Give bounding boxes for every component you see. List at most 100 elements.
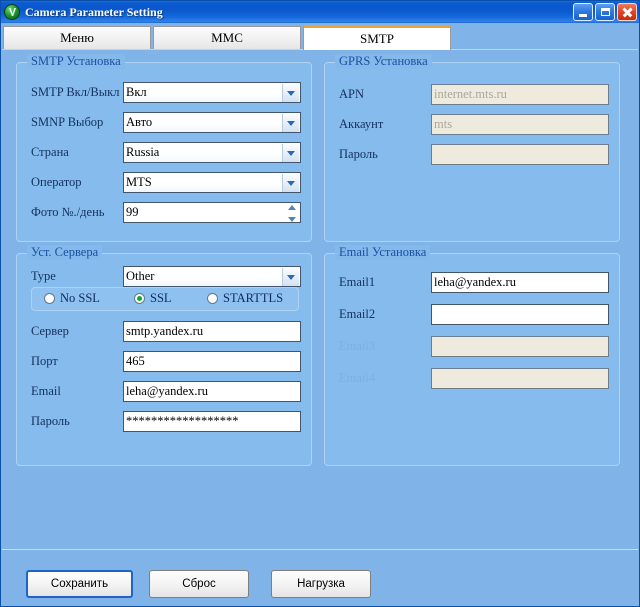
field-row-country: Страна Russia xyxy=(17,142,311,164)
chevron-up-icon[interactable] xyxy=(287,205,296,210)
field-row-account: Аккаунт mts xyxy=(325,114,619,136)
label-server-password: Пароль xyxy=(31,414,70,428)
select-type[interactable]: Other xyxy=(123,266,301,287)
maximize-button[interactable] xyxy=(595,3,615,21)
input-port[interactable]: 465 xyxy=(123,351,301,372)
tab-menu-label: Меню xyxy=(60,30,94,45)
input-apn: internet.mts.ru xyxy=(431,84,609,105)
minimize-icon xyxy=(579,14,587,17)
select-operator-value: MTS xyxy=(126,175,152,189)
chevron-down-icon xyxy=(282,114,299,132)
input-email3 xyxy=(431,336,609,357)
load-button-label: Нагрузка xyxy=(297,578,345,590)
close-button[interactable] xyxy=(617,3,637,21)
tab-mmc-label: MMC xyxy=(211,30,243,45)
minimize-button[interactable] xyxy=(573,3,593,21)
label-email3: Email3 xyxy=(339,339,376,353)
radio-no-ssl-label: No SSL xyxy=(60,291,100,305)
field-row-server: Сервер smtp.yandex.ru xyxy=(17,321,311,343)
input-email2[interactable] xyxy=(431,304,609,325)
radio-no-ssl-icon xyxy=(44,293,55,304)
label-smnp-select: SMNP Выбор xyxy=(31,115,104,129)
input-server-password-value: ****************** xyxy=(126,414,239,428)
input-server-password[interactable]: ****************** xyxy=(123,411,301,432)
radio-ssl[interactable]: SSL xyxy=(134,291,172,306)
field-row-apn: APN internet.mts.ru xyxy=(325,84,619,106)
tab-strip: Меню MMC SMTP xyxy=(1,24,639,50)
input-server-email[interactable]: leha@yandex.ru xyxy=(123,381,301,402)
select-smtp-enable[interactable]: Вкл xyxy=(123,82,301,103)
radio-starttls-icon xyxy=(207,293,218,304)
field-row-email3: Email3 xyxy=(325,336,619,358)
chevron-down-icon xyxy=(282,174,299,192)
button-bar: Сохранить Сброс Нагрузка xyxy=(2,550,638,606)
title-bar: Camera Parameter Setting xyxy=(1,1,639,23)
input-email1-value: leha@yandex.ru xyxy=(434,275,516,289)
select-type-value: Other xyxy=(126,269,155,283)
field-row-email1: Email1 leha@yandex.ru xyxy=(325,272,619,294)
group-gprs-setup: GPRS Установка APN internet.mts.ru Аккау… xyxy=(324,54,620,242)
group-smtp-setup: SMTP Установка SMTP Вкл/Выкл Вкл SMNP Вы… xyxy=(16,54,312,242)
label-smtp-enable: SMTP Вкл/Выкл xyxy=(31,85,120,99)
select-smnp-select[interactable]: Авто xyxy=(123,112,301,133)
tab-smtp-label: SMTP xyxy=(360,31,394,46)
label-country: Страна xyxy=(31,145,69,159)
radio-starttls-label: STARTTLS xyxy=(223,291,284,305)
select-smtp-enable-value: Вкл xyxy=(126,85,147,99)
group-server-setup-title: Уст. Сервера xyxy=(27,245,103,260)
label-photos-per-day: Фото №./день xyxy=(31,205,105,219)
input-gprs-password xyxy=(431,144,609,165)
input-port-value: 465 xyxy=(126,354,145,368)
save-button[interactable]: Сохранить xyxy=(26,570,133,598)
field-row-smnp-select: SMNP Выбор Авто xyxy=(17,112,311,134)
label-port: Порт xyxy=(31,354,58,368)
group-smtp-setup-title: SMTP Установка xyxy=(27,54,125,69)
field-row-operator: Оператор MTS xyxy=(17,172,311,194)
label-type: Type xyxy=(31,269,56,283)
tab-menu[interactable]: Меню xyxy=(3,26,151,49)
ssl-mode-radio-group: No SSL SSL STARTTLS xyxy=(31,287,299,311)
input-server[interactable]: smtp.yandex.ru xyxy=(123,321,301,342)
stepper-photos-per-day-value: 99 xyxy=(126,205,139,219)
group-email-setup: Email Установка Email1 leha@yandex.ru Em… xyxy=(324,245,620,466)
window-title: Camera Parameter Setting xyxy=(25,4,163,19)
group-gprs-setup-title: GPRS Установка xyxy=(335,54,432,69)
radio-starttls[interactable]: STARTTLS xyxy=(207,291,283,306)
smtp-tab-panel: SMTP Установка SMTP Вкл/Выкл Вкл SMNP Вы… xyxy=(2,49,638,549)
label-account: Аккаунт xyxy=(339,117,384,131)
radio-no-ssl[interactable]: No SSL xyxy=(44,291,100,306)
window-controls xyxy=(573,3,637,21)
radio-ssl-icon xyxy=(134,293,145,304)
select-smnp-select-value: Авто xyxy=(126,115,153,129)
chevron-down-icon[interactable] xyxy=(287,217,296,222)
maximize-icon xyxy=(600,8,610,16)
load-button[interactable]: Нагрузка xyxy=(271,570,371,598)
app-icon xyxy=(4,4,20,20)
label-server: Сервер xyxy=(31,324,69,338)
chevron-down-icon xyxy=(282,84,299,102)
tab-smtp[interactable]: SMTP xyxy=(303,25,451,50)
field-row-email4: Email4 xyxy=(325,368,619,390)
reset-button-label: Сброс xyxy=(182,578,216,590)
spinner-arrows[interactable] xyxy=(285,205,298,222)
field-row-photos-per-day: Фото №./день 99 xyxy=(17,202,311,224)
label-gprs-password: Пароль xyxy=(339,147,378,161)
select-country[interactable]: Russia xyxy=(123,142,301,163)
chevron-down-icon xyxy=(282,268,299,286)
tab-mmc[interactable]: MMC xyxy=(153,26,301,49)
input-account-value: mts xyxy=(434,117,453,131)
field-row-server-password: Пароль ****************** xyxy=(17,411,311,433)
stepper-photos-per-day[interactable]: 99 xyxy=(123,202,301,223)
save-button-label: Сохранить xyxy=(50,578,109,590)
close-icon xyxy=(622,7,632,17)
input-email1[interactable]: leha@yandex.ru xyxy=(431,272,609,293)
select-operator[interactable]: MTS xyxy=(123,172,301,193)
label-operator: Оператор xyxy=(31,175,82,189)
reset-button[interactable]: Сброс xyxy=(149,570,249,598)
input-server-value: smtp.yandex.ru xyxy=(126,324,204,338)
label-server-email: Email xyxy=(31,384,61,398)
label-email1: Email1 xyxy=(339,275,376,289)
field-row-gprs-password: Пароль xyxy=(325,144,619,166)
camera-parameter-setting-window: Camera Parameter Setting Меню MMC SMTP S… xyxy=(0,0,640,607)
field-row-smtp-enable: SMTP Вкл/Выкл Вкл xyxy=(17,82,311,104)
